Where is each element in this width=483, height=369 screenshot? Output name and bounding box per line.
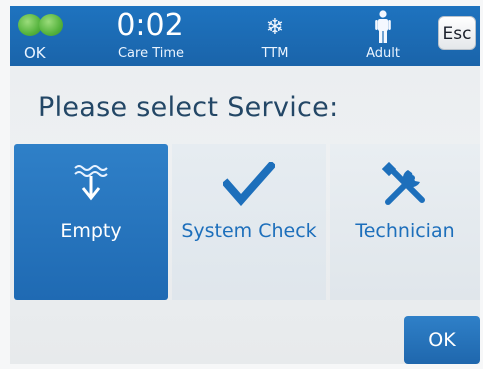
drain-water-icon (74, 165, 108, 201)
device-frame: OK 0:02 Care Time ❄ TTM Adult Esc Please… (0, 0, 483, 369)
service-tile-technician[interactable]: Technician (330, 144, 480, 300)
service-tile-label: Empty (60, 220, 122, 242)
status-label: OK (24, 44, 46, 62)
status-bar: OK 0:02 Care Time ❄ TTM Adult Esc (10, 6, 480, 66)
service-tile-label: System Check (181, 220, 317, 242)
checkmark-icon (223, 162, 275, 206)
device-screen: OK 0:02 Care Time ❄ TTM Adult Esc Please… (10, 6, 480, 364)
status-dot (39, 14, 63, 36)
service-options: Empty System Check Technician (14, 144, 480, 300)
patient-type-label: Adult (366, 46, 400, 61)
snowflake-icon: ❄ (265, 15, 285, 40)
page-title: Please select Service: (38, 92, 339, 123)
tools-icon (382, 162, 425, 205)
esc-button[interactable]: Esc (438, 16, 476, 50)
adult-person-icon (375, 10, 391, 43)
service-tile-empty[interactable]: Empty (14, 144, 168, 300)
care-time-label: Care Time (117, 46, 185, 61)
mode-label: TTM (261, 46, 289, 61)
service-tile-label: Technician (355, 220, 455, 242)
service-tile-system-check[interactable]: System Check (172, 144, 326, 300)
care-time-value: 0:02 (116, 8, 184, 43)
ok-button[interactable]: OK (404, 316, 480, 364)
status-indicator-icon (18, 14, 74, 36)
